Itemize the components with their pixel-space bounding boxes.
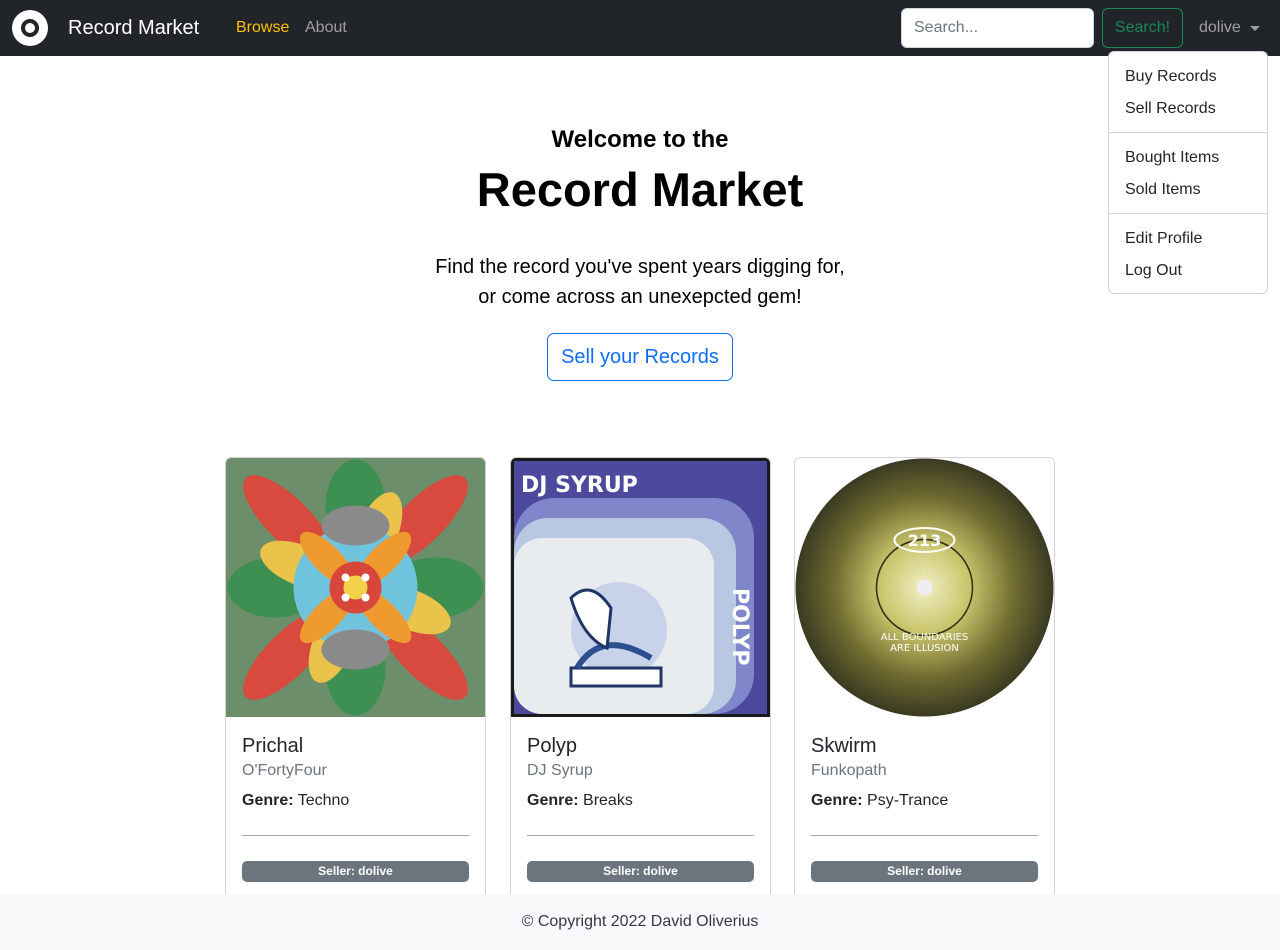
record-card[interactable]: 213 ALL BOUNDARIES ARE ILLUSION Skwirm F… [794,457,1055,907]
record-cover-image[interactable] [226,458,485,717]
vinyl-logo-icon[interactable] [12,10,48,46]
cover-text: DJ SYRUP [521,473,638,498]
record-artist: Funkopath [811,762,887,779]
card-divider [527,835,754,836]
nav-link-browse[interactable]: Browse [236,18,289,38]
record-cover-image[interactable]: 213 ALL BOUNDARIES ARE ILLUSION [795,458,1054,717]
menu-item-sell-records[interactable]: Sell Records [1125,99,1216,119]
user-menu-toggle[interactable]: dolive [1199,18,1241,38]
seller-badge: Seller: dolive [527,861,754,882]
record-title[interactable]: Polyp [527,734,577,758]
record-artist: DJ Syrup [527,762,593,779]
navbar: Record Market Browse About Search! doliv… [0,0,1280,56]
card-divider [811,835,1038,836]
card-divider [242,835,469,836]
hero-lead-line: or come across an unexepcted gem! [478,286,802,308]
record-genre: Genre: Psy-Trance [811,791,948,811]
nav-link-about[interactable]: About [305,18,347,38]
label-text: ALL BOUNDARIES [881,632,968,643]
search-button[interactable]: Search! [1102,8,1183,48]
record-card[interactable]: Prichal O'FortyFour Genre: Techno Seller… [225,457,486,907]
brand-name[interactable]: Record Market [68,16,199,40]
record-genre: Genre: Breaks [527,791,633,811]
genre-label: Genre: [242,792,294,809]
hero-lead-line: Find the record you've spent years diggi… [435,256,845,278]
menu-item-buy-records[interactable]: Buy Records [1125,67,1217,87]
record-title[interactable]: Skwirm [811,734,877,758]
record-title[interactable]: Prichal [242,734,303,758]
search-input[interactable] [901,8,1094,48]
label-logo-text: 213 [908,531,941,550]
genre-value: Techno [297,792,350,809]
hero-title: Record Market [476,163,804,216]
footer-copyright: © Copyright 2022 David Oliverius [521,913,759,930]
record-artist: O'FortyFour [242,762,327,779]
record-genre: Genre: Techno [242,791,349,811]
seller-badge: Seller: dolive [242,861,469,882]
seller-badge: Seller: dolive [811,861,1038,882]
genre-value: Psy-Trance [867,792,949,809]
caret-down-icon[interactable] [1250,26,1260,31]
genre-label: Genre: [811,792,863,809]
sell-records-button[interactable]: Sell your Records [547,333,733,381]
genre-value: Breaks [583,792,633,809]
record-cover-image[interactable]: DJ SYRUP POLYP [511,458,770,717]
label-text: ARE ILLUSION [890,643,959,654]
record-card[interactable]: DJ SYRUP POLYP Polyp DJ Syrup Genre: Bre… [510,457,771,907]
menu-item-edit-profile[interactable]: Edit Profile [1125,229,1202,249]
cover-side-text: POLYP [727,588,752,665]
hero-subtitle: Welcome to the [551,126,729,153]
genre-label: Genre: [527,792,579,809]
hero-lead: Find the record you've spent years diggi… [0,252,1280,312]
